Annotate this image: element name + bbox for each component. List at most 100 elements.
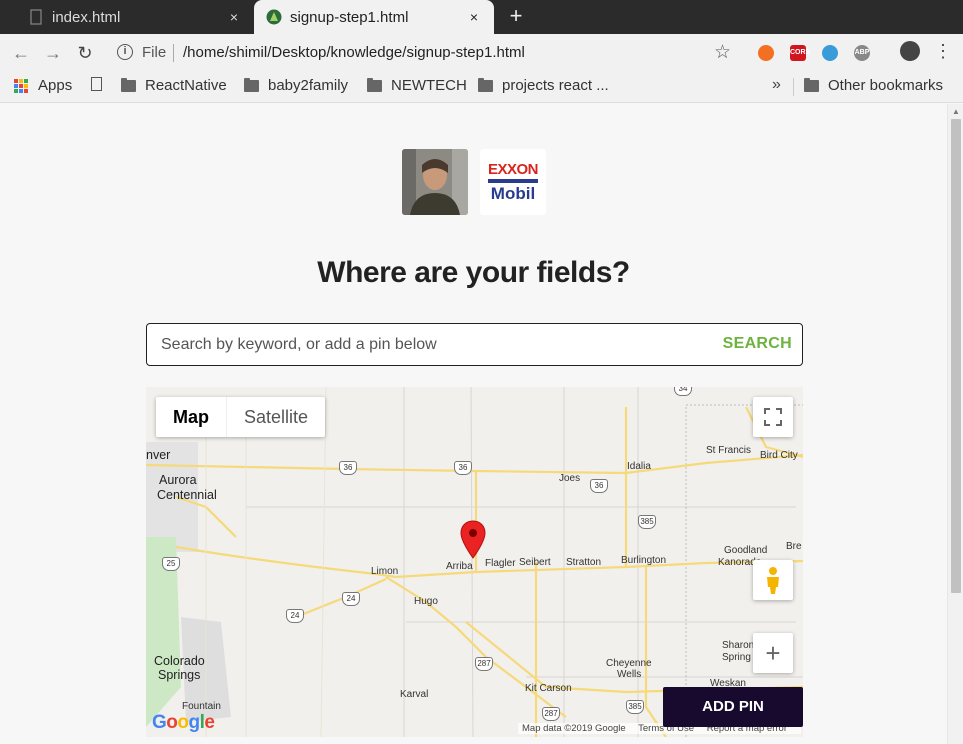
map-place-label: Spring <box>722 652 751 663</box>
close-icon[interactable]: × <box>462 9 486 25</box>
page-icon <box>30 9 42 25</box>
map-place-label: Limon <box>371 566 399 577</box>
bookmarks-bar: Apps ReactNative baby2family NEWTECH pro… <box>0 71 963 103</box>
bookmark-star-icon[interactable]: ☆ <box>714 41 731 64</box>
add-pin-button[interactable]: ADD PIN <box>663 687 803 727</box>
map-type-satellite-button[interactable]: Satellite <box>226 397 325 437</box>
bookmark-baby2family[interactable]: baby2family <box>244 77 348 94</box>
map-place-label: St Francis <box>706 445 752 456</box>
bookmark-label: ReactNative <box>145 77 227 94</box>
map-place-label: Fountain <box>182 701 221 712</box>
map-place-label: Kit Carson <box>525 683 572 694</box>
menu-dots-icon[interactable]: ⋮ <box>934 41 952 61</box>
bookmark-label: Other bookmarks <box>828 77 944 94</box>
info-icon[interactable]: i <box>117 44 133 60</box>
bookmark-newtech[interactable]: NEWTECH <box>367 77 467 94</box>
fullscreen-button[interactable] <box>753 397 793 437</box>
forward-arrow-icon[interactable]: → <box>40 40 66 66</box>
close-icon[interactable]: × <box>222 9 246 25</box>
orange-ring-icon[interactable] <box>758 45 774 61</box>
map-place-label: Idalia <box>627 461 651 472</box>
page-scrollbar[interactable]: ▲ <box>947 104 963 744</box>
fullscreen-icon <box>764 408 782 426</box>
zoom-in-button[interactable]: + <box>753 633 793 673</box>
scroll-up-icon[interactable]: ▲ <box>952 107 960 116</box>
map-view[interactable]: 36 36 36 34 385 24 24 287 287 385 25 nve… <box>146 387 803 737</box>
logo-bar <box>488 179 538 183</box>
route-shield: 24 <box>286 609 304 623</box>
bookmark-label: Apps <box>38 77 73 94</box>
map-place-label: nver <box>146 448 171 462</box>
tab-index[interactable]: index.html × <box>0 0 254 34</box>
map-pin-icon[interactable] <box>460 520 486 560</box>
route-shield: 287 <box>475 657 493 671</box>
route-shield: 25 <box>162 557 180 571</box>
map-data-credit: Map data ©2019 Google <box>522 723 626 734</box>
user-avatar <box>402 149 468 215</box>
map-place-label: Stratton <box>566 557 602 568</box>
tab-title: signup-step1.html <box>290 8 409 26</box>
scrollbar-thumb[interactable] <box>951 119 961 593</box>
folder-icon <box>367 77 382 92</box>
route-shield: 385 <box>638 515 656 529</box>
map-type-map-button[interactable]: Map <box>156 397 226 437</box>
route-shield: 287 <box>542 707 560 721</box>
company-logo: EXXON Mobil <box>480 149 546 215</box>
folder-icon <box>244 77 259 92</box>
search-input[interactable] <box>161 324 721 365</box>
back-arrow-icon[interactable]: ← <box>8 40 34 66</box>
map-place-label: Arriba <box>446 561 473 572</box>
blue-circle-icon[interactable] <box>822 45 838 61</box>
google-logo: Google <box>152 712 215 733</box>
tab-strip: index.html × signup-step1.html × + <box>0 0 963 34</box>
bookmarks-divider <box>793 78 794 96</box>
pegman-icon <box>767 567 779 594</box>
map-place-label: Aurora <box>159 473 197 487</box>
tab-title: index.html <box>52 8 121 26</box>
tab-signup-step1[interactable]: signup-step1.html × <box>254 0 494 34</box>
bookmark-page[interactable] <box>91 77 108 91</box>
bookmark-label: NEWTECH <box>391 77 467 94</box>
folder-icon <box>804 77 819 92</box>
route-shield: 36 <box>454 461 472 475</box>
route-shield: 24 <box>342 592 360 606</box>
profile-avatar[interactable] <box>900 41 920 61</box>
cors-icon[interactable]: CORS <box>790 45 810 61</box>
search-bar: SEARCH <box>146 323 803 366</box>
map-place-label: Wells <box>617 669 642 680</box>
route-shield: 385 <box>626 700 644 714</box>
street-view-button[interactable] <box>753 560 793 600</box>
page-title: Where are your fields? <box>317 256 630 289</box>
apps-grid-icon <box>14 78 28 93</box>
bookmark-other[interactable]: Other bookmarks <box>804 77 943 94</box>
reload-icon[interactable]: ↻ <box>72 40 98 66</box>
route-shield: 36 <box>590 479 608 493</box>
person-photo-icon <box>402 149 468 215</box>
browser-toolbar: ← → ↻ i File /home/shimil/Desktop/knowle… <box>0 34 963 71</box>
map-place-label: Seibert <box>519 557 551 568</box>
bookmark-label: projects react ... <box>502 77 609 94</box>
site-favicon-icon <box>266 9 282 25</box>
address-bar[interactable]: /home/shimil/Desktop/knowledge/signup-st… <box>183 44 525 61</box>
map-place-label: Bird City <box>760 450 798 461</box>
map-place-label: Cheyenne <box>606 658 652 669</box>
map-canvas <box>146 387 803 737</box>
folder-icon <box>121 77 136 92</box>
logo-text-bottom: Mobil <box>490 184 536 203</box>
folder-icon <box>478 77 493 92</box>
search-button[interactable]: SEARCH <box>723 335 792 353</box>
bookmark-projects-react[interactable]: projects react ... <box>478 77 609 94</box>
abp-icon[interactable]: ABP <box>854 45 870 61</box>
map-place-label: Goodland <box>724 545 768 556</box>
bookmark-reactnative[interactable]: ReactNative <box>121 77 227 94</box>
bookmark-apps[interactable]: Apps <box>14 77 72 94</box>
url-scheme-label: File <box>142 44 167 61</box>
route-shield: 36 <box>339 461 357 475</box>
new-tab-button[interactable]: + <box>505 4 527 30</box>
bookmark-label: baby2family <box>268 77 349 94</box>
map-place-label: Centennial <box>157 488 217 502</box>
bookmarks-overflow-icon[interactable]: » <box>772 76 781 94</box>
map-place-label: Colorado <box>154 654 205 668</box>
map-place-label: Karval <box>400 689 429 700</box>
page-icon <box>91 77 102 91</box>
